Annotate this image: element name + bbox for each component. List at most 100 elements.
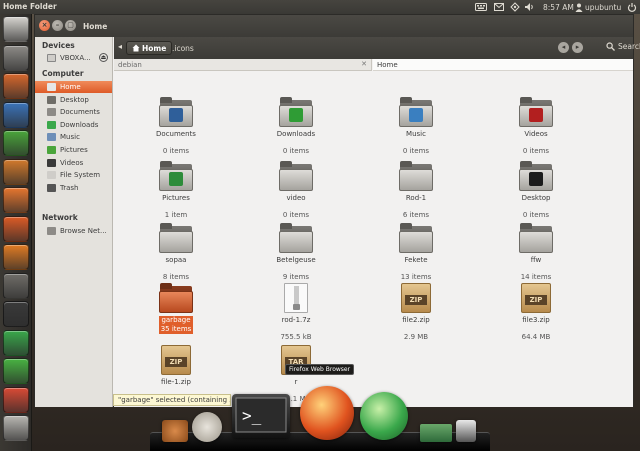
file-name: rod-1.7z: [281, 316, 311, 324]
file-item[interactable]: Documents 0 items: [136, 96, 216, 156]
close-pane-icon[interactable]: ✕: [361, 60, 367, 68]
breadcrumb-home[interactable]: Home: [126, 41, 173, 55]
dock-firefox-app-icon[interactable]: [300, 386, 354, 440]
mail-icon[interactable]: [494, 1, 504, 13]
keyboard-indicator-icon[interactable]: [475, 1, 487, 13]
file-item[interactable]: Desktop 0 items: [496, 160, 576, 220]
pane-tab-left[interactable]: debian ✕: [114, 59, 372, 71]
file-name: Desktop: [521, 194, 551, 202]
window-titlebar[interactable]: × – ▢ Home: [35, 15, 633, 37]
launcher-dash-home[interactable]: [3, 16, 29, 42]
sidebar-item-pictures[interactable]: Pictures: [35, 144, 112, 156]
file-name: Betelgeuse: [276, 256, 316, 264]
launcher-trash[interactable]: [3, 415, 29, 441]
file-item[interactable]: garbage 35 items: [136, 282, 216, 334]
window-title: Home: [83, 22, 108, 31]
videos-icon: [47, 158, 56, 167]
file-name: Downloads: [276, 130, 316, 138]
launcher-calc[interactable]: [3, 130, 29, 156]
launcher-firefox[interactable]: [3, 73, 29, 99]
sidebar-item-device[interactable]: VBOXA... ⏏: [35, 52, 112, 64]
launcher: [0, 14, 32, 451]
folder-icon: [158, 96, 194, 128]
network-icon[interactable]: [510, 1, 520, 13]
file-name: garbage: [159, 316, 193, 325]
file-system-icon: [47, 171, 56, 180]
file-meta: 13 items: [400, 273, 432, 281]
file-item[interactable]: Videos 0 items: [496, 96, 576, 156]
trash-icon: [4, 416, 28, 440]
sidebar-item-videos[interactable]: Videos: [35, 157, 112, 169]
sidebar-item-label: Browse Net...: [60, 227, 107, 235]
file-item[interactable]: ffw 14 items: [496, 222, 576, 282]
file-meta: 0 items: [162, 147, 190, 155]
folder-icon: [398, 222, 434, 254]
power-icon[interactable]: [627, 1, 637, 13]
file-meta: 0 items: [522, 147, 550, 155]
minimize-window-button[interactable]: –: [52, 20, 63, 31]
dock-pcb-app-icon[interactable]: [420, 424, 452, 442]
search-icon: [606, 42, 615, 51]
file-item[interactable]: Fekete 13 items: [376, 222, 456, 282]
sidebar-item-label: Home: [60, 83, 81, 91]
file-item[interactable]: Downloads 0 items: [256, 96, 336, 156]
folder-icon: [278, 160, 314, 192]
files-icon: [4, 46, 28, 70]
file-item[interactable]: Rod-1 6 items: [376, 160, 456, 220]
launcher-app-green[interactable]: [3, 329, 29, 356]
launcher-files[interactable]: [3, 44, 29, 71]
launcher-impress[interactable]: [3, 158, 29, 185]
sidebar-item-label: Music: [60, 133, 80, 142]
clock[interactable]: 8:57 AM: [543, 1, 574, 13]
breadcrumb-icons[interactable]: .icons: [172, 44, 194, 53]
sidebar-item-browse-network[interactable]: Browse Net...: [35, 225, 112, 237]
pane-right-label: Home: [377, 61, 398, 69]
sidebar-item-file-system[interactable]: File System: [35, 169, 112, 181]
file-item[interactable]: Music 0 items: [376, 96, 456, 156]
launcher-software-center[interactable]: [3, 187, 29, 213]
launcher-terminal[interactable]: [3, 301, 29, 327]
file-name: file3.zip: [522, 316, 550, 324]
back-button[interactable]: ◂: [558, 42, 569, 53]
sidebar-item-home[interactable]: Home: [35, 81, 112, 93]
sidebar-item-trash[interactable]: Trash: [35, 182, 112, 194]
dock-terminal-app-icon[interactable]: >_: [232, 394, 290, 438]
file-name: ffw: [530, 256, 542, 264]
dock-system-settings-app-icon[interactable]: [456, 420, 476, 442]
volume-icon[interactable]: [524, 1, 534, 13]
launcher-writer[interactable]: [3, 101, 29, 128]
folder-icon: [158, 282, 194, 314]
sidebar-item-label: File System: [60, 171, 101, 180]
pane-tab-right[interactable]: Home: [373, 59, 633, 71]
file-item[interactable]: ZIP file3.zip 64.4 MB: [496, 282, 576, 342]
file-item[interactable]: Betelgeuse 9 items: [256, 222, 336, 282]
file-item[interactable]: sopaa 8 items: [136, 222, 216, 282]
sidebar-item-downloads[interactable]: Downloads: [35, 119, 112, 131]
sidebar-item-documents[interactable]: Documents: [35, 106, 112, 118]
file-item[interactable]: Pictures 1 item: [136, 160, 216, 220]
app-green-icon: [4, 331, 28, 355]
dock-green-app-icon[interactable]: [360, 392, 408, 440]
file-item[interactable]: ZIP file2.zip 2.9 MB: [376, 282, 456, 342]
maximize-window-button[interactable]: ▢: [65, 20, 76, 31]
file-name: video: [286, 194, 306, 202]
user-menu[interactable]: upubuntu: [575, 1, 621, 13]
launcher-system-settings[interactable]: [3, 272, 29, 299]
dock-shell-app-icon[interactable]: [192, 412, 222, 442]
close-window-button[interactable]: ×: [39, 20, 50, 31]
launcher-ubuntu-one-u[interactable]: [3, 244, 29, 270]
trash-icon: [47, 183, 56, 192]
sidebar-item-music[interactable]: Music: [35, 131, 112, 143]
launcher-ubuntu-one[interactable]: [3, 215, 29, 242]
forward-button[interactable]: ▸: [572, 42, 583, 53]
file-item[interactable]: video 0 items: [256, 160, 336, 220]
search-button[interactable]: Search: [606, 42, 640, 51]
dock-anchor-app-icon[interactable]: [162, 420, 188, 442]
eject-icon[interactable]: ⏏: [99, 53, 108, 62]
folder-icon: [278, 96, 314, 128]
breadcrumb-left-icon[interactable]: ◂: [118, 42, 122, 51]
sidebar-item-desktop[interactable]: Desktop: [35, 94, 112, 106]
file-item[interactable]: rod-1.7z 755.5 kB: [256, 282, 336, 342]
launcher-app-green-2[interactable]: [3, 358, 29, 384]
launcher-app-red[interactable]: [3, 386, 29, 413]
